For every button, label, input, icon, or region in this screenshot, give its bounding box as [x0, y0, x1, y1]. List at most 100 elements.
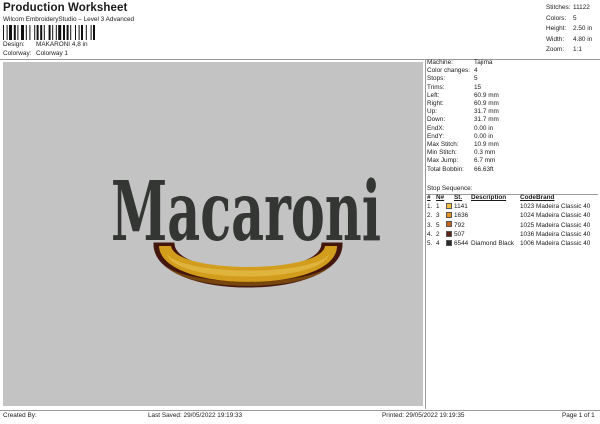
stop-num: 4.	[427, 230, 433, 238]
design-value: MAKARONI 4,8 in	[36, 41, 88, 48]
summary-value: 5	[573, 14, 577, 22]
col-needle: N#	[436, 194, 445, 201]
design-preview[interactable]: Macaroni	[3, 62, 423, 406]
stop-row: 3. 5 792 1025 Madeira Classic 40	[427, 221, 590, 230]
stop-needle: 4	[436, 240, 440, 248]
stop-swatch	[446, 202, 454, 212]
info-value: 5	[474, 75, 478, 83]
col-brand: Brand	[536, 194, 555, 201]
info-key: Stops:	[427, 75, 446, 83]
machine-info-row: EndY: 0.00 in	[427, 133, 499, 141]
machine-info-row: Up: 31.7 mm	[427, 108, 499, 116]
colorway-label: Colorway:	[3, 50, 32, 57]
summary-value: 4.80 in	[573, 35, 593, 43]
stop-brand: Madeira Classic 40	[536, 203, 591, 211]
summary-row: Stitches: 11122	[544, 3, 592, 14]
machine-info-row: Min Stitch: 0.3 mm	[427, 149, 499, 157]
stop-brand: Madeira Classic 40	[536, 230, 591, 238]
stop-needle: 2	[436, 230, 440, 238]
summary-row: Zoom: 1:1	[544, 45, 592, 56]
info-value: 31.7 mm	[474, 116, 499, 124]
stop-code: 1025	[520, 221, 535, 229]
color-swatch-icon	[446, 239, 452, 246]
info-key: Down:	[427, 116, 446, 124]
info-value: 0.00 in	[474, 132, 494, 140]
stop-needle: 3	[436, 212, 440, 220]
stop-sequence-table: # N# St. Description Code Brand 1. 1 1141 1…	[427, 194, 590, 249]
design-row: Design: MAKARONI 4,8 in	[3, 41, 88, 48]
stop-swatch	[446, 221, 454, 230]
info-key: Max Stitch:	[427, 141, 459, 149]
info-key: Right:	[427, 100, 444, 108]
stop-row: 2. 3 1636 1024 Madeira Classic 40	[427, 212, 590, 221]
stop-stitches: 792	[454, 221, 465, 229]
stop-stitches: 6544	[454, 240, 469, 248]
info-value: 31.7 mm	[474, 108, 499, 116]
design-label: Design:	[3, 41, 25, 48]
info-value: 60.9 mm	[474, 91, 499, 99]
stop-num: 1.	[427, 203, 433, 211]
stop-swatch	[446, 239, 454, 249]
col-code: Code	[520, 194, 536, 201]
info-value: 6.7 mm	[474, 157, 496, 165]
stop-num: 2.	[427, 212, 433, 220]
machine-info-row: Trims: 15	[427, 84, 499, 92]
software-name: Wilcom EmbroideryStudio – Level 3 Advanc…	[3, 16, 135, 23]
info-key: Min Stitch:	[427, 149, 457, 157]
stop-code: 1024	[520, 212, 535, 220]
info-key: Left:	[427, 91, 440, 99]
stop-row: 1. 1 1141 1023 Madeira Classic 40	[427, 202, 591, 212]
summary-key: Stitches:	[546, 4, 571, 11]
machine-info-row: Color changes: 4	[427, 67, 499, 75]
machine-info-row: Total Bobbin: 66.63ft	[427, 166, 499, 174]
page-title: Production Worksheet	[3, 2, 128, 14]
summary-key: Zoom:	[546, 46, 565, 53]
info-value: 66.63ft	[474, 165, 494, 173]
stop-description: Diamond Black	[471, 240, 514, 248]
info-value: 10.9 mm	[474, 141, 499, 149]
stop-code: 1023	[520, 203, 535, 211]
stop-num: 3.	[427, 221, 433, 229]
stop-needle: 5	[436, 221, 440, 229]
stop-stitches: 1636	[454, 212, 469, 220]
created-by: Created By:	[3, 412, 37, 419]
machine-info-row: Machine: Tajima	[427, 59, 499, 67]
stop-swatch	[446, 212, 454, 221]
color-swatch-icon	[446, 221, 452, 228]
machine-info-row: Max Stitch: 10.9 mm	[427, 141, 499, 149]
colorway-value: Colorway 1	[36, 50, 68, 57]
info-key: Up:	[427, 108, 437, 116]
info-key: Max Jump:	[427, 157, 459, 165]
stop-description	[471, 203, 520, 212]
stop-num: 5.	[427, 240, 433, 248]
summary-key: Height:	[546, 25, 567, 32]
stop-stitches: 1141	[454, 203, 468, 211]
info-value: 4	[474, 67, 478, 75]
stop-sequence-heading: Stop Sequence:	[427, 185, 473, 192]
color-swatch-icon	[446, 202, 452, 209]
printed-date: Printed: 29/05/2022 19:19:35	[382, 412, 465, 419]
machine-info-row: Stops: 5	[427, 75, 499, 83]
info-key: Trims:	[427, 83, 445, 91]
machine-info-row: EndX: 0.00 in	[427, 125, 499, 133]
summary-value: 1:1	[573, 46, 582, 53]
info-value: 0.00 in	[474, 124, 494, 132]
footer-divider	[0, 409, 600, 411]
last-saved: Last Saved: 29/05/2022 19:19:33	[148, 412, 243, 419]
summary-row: Width: 4.80 in	[544, 35, 592, 46]
machine-info-row: Max Jump: 6.7 mm	[427, 157, 499, 165]
header-divider	[0, 58, 600, 60]
col-description: Description	[471, 194, 507, 201]
colorway-row: Colorway: Colorway 1	[3, 50, 68, 57]
stop-description	[471, 231, 520, 240]
color-swatch-icon	[446, 212, 452, 219]
stop-brand: Madeira Classic 40	[536, 240, 591, 248]
stop-description	[471, 221, 520, 230]
machine-info-row: Down: 31.7 mm	[427, 116, 499, 124]
summary-key: Colors:	[546, 14, 567, 22]
stop-needle: 1	[436, 203, 440, 211]
summary-table: Stitches: 11122 Colors: 5 Height: 2.50 in W…	[544, 3, 592, 56]
info-key: Machine:	[427, 59, 453, 66]
machine-info-table: Machine: Tajima Color changes: 4 Stops: 5 Trim…	[427, 59, 499, 174]
stop-brand: Madeira Classic 40	[536, 212, 591, 220]
